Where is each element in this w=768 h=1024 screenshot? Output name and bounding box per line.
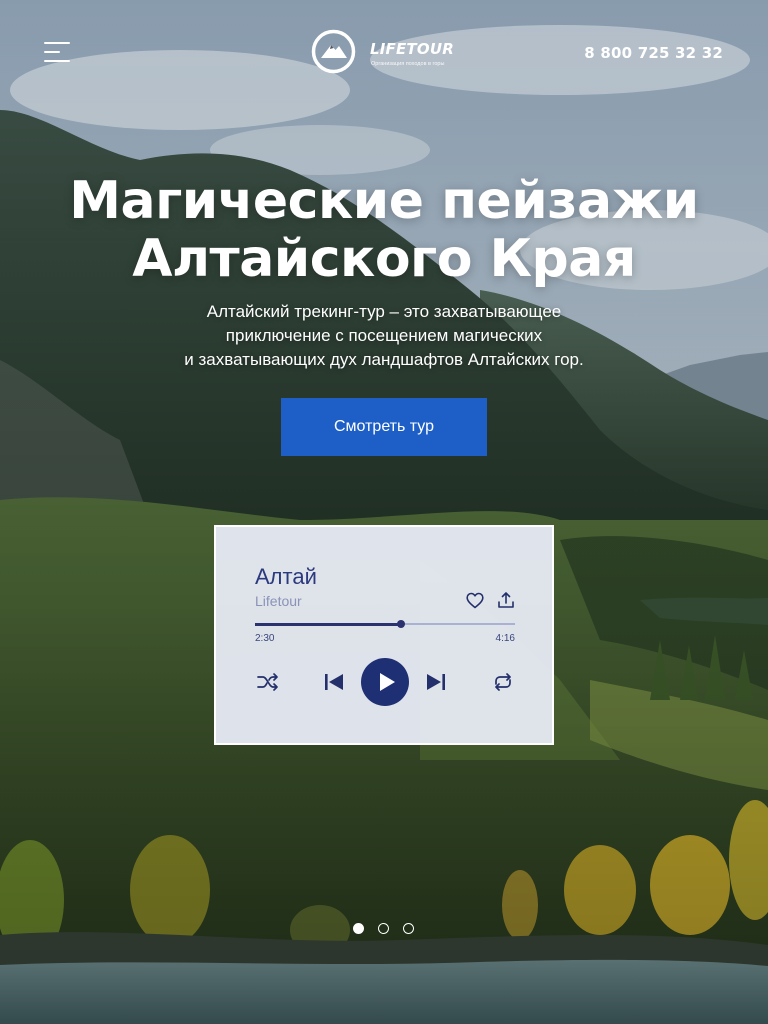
view-tour-button[interactable]: Смотреть тур	[281, 398, 487, 456]
skip-previous-icon[interactable]	[324, 673, 344, 691]
site-header: LIFETOUR Организация походов в горы 8 80…	[0, 0, 768, 104]
play-icon	[380, 673, 395, 691]
slider-pagination	[353, 923, 415, 935]
hero-title-line: Алтайского Края	[132, 229, 636, 289]
audio-player: Алтай Lifetour 2:30 4:16	[214, 525, 554, 745]
mountain-logo-icon	[311, 29, 356, 74]
shuffle-icon[interactable]	[257, 672, 279, 692]
skip-next-icon[interactable]	[426, 673, 446, 691]
logo-tagline: Организация походов в горы	[371, 61, 445, 67]
progress-thumb[interactable]	[396, 620, 405, 628]
heart-icon[interactable]	[466, 592, 484, 609]
hero-subtitle-line: и захватывающих дух ландшафтов Алтайских…	[184, 350, 584, 369]
slider-dot[interactable]	[403, 923, 414, 934]
hero-title-line: Магические пейзажи	[69, 171, 699, 231]
hero-subtitle-line: приключение с посещением магических	[225, 326, 543, 345]
slider-dot[interactable]	[353, 923, 364, 934]
repeat-icon[interactable]	[492, 672, 514, 692]
hero-title: Магические пейзажи Алтайского Края	[0, 172, 768, 288]
track-title: Алтай	[255, 564, 317, 589]
phone-link[interactable]: 8 800 725 32 32	[584, 44, 723, 62]
share-icon[interactable]	[497, 591, 515, 609]
progress-bar[interactable]	[255, 620, 515, 628]
play-button[interactable]	[361, 658, 409, 706]
progress-fill	[255, 622, 401, 626]
hero-background-image	[0, 0, 768, 1024]
hero-subtitle-line: Алтайский трекинг-тур – это захватывающе…	[206, 302, 562, 321]
slider-dot[interactable]	[378, 923, 389, 934]
logo[interactable]: LIFETOUR Организация походов в горы	[311, 29, 471, 75]
logo-name: LIFETOUR	[370, 40, 454, 58]
current-time: 2:30	[255, 633, 275, 644]
track-artist: Lifetour	[255, 593, 302, 609]
hero-subtitle: Алтайский трекинг-тур – это захватывающе…	[0, 300, 768, 372]
total-time: 4:16	[495, 633, 515, 644]
hamburger-menu-icon[interactable]	[44, 40, 72, 64]
